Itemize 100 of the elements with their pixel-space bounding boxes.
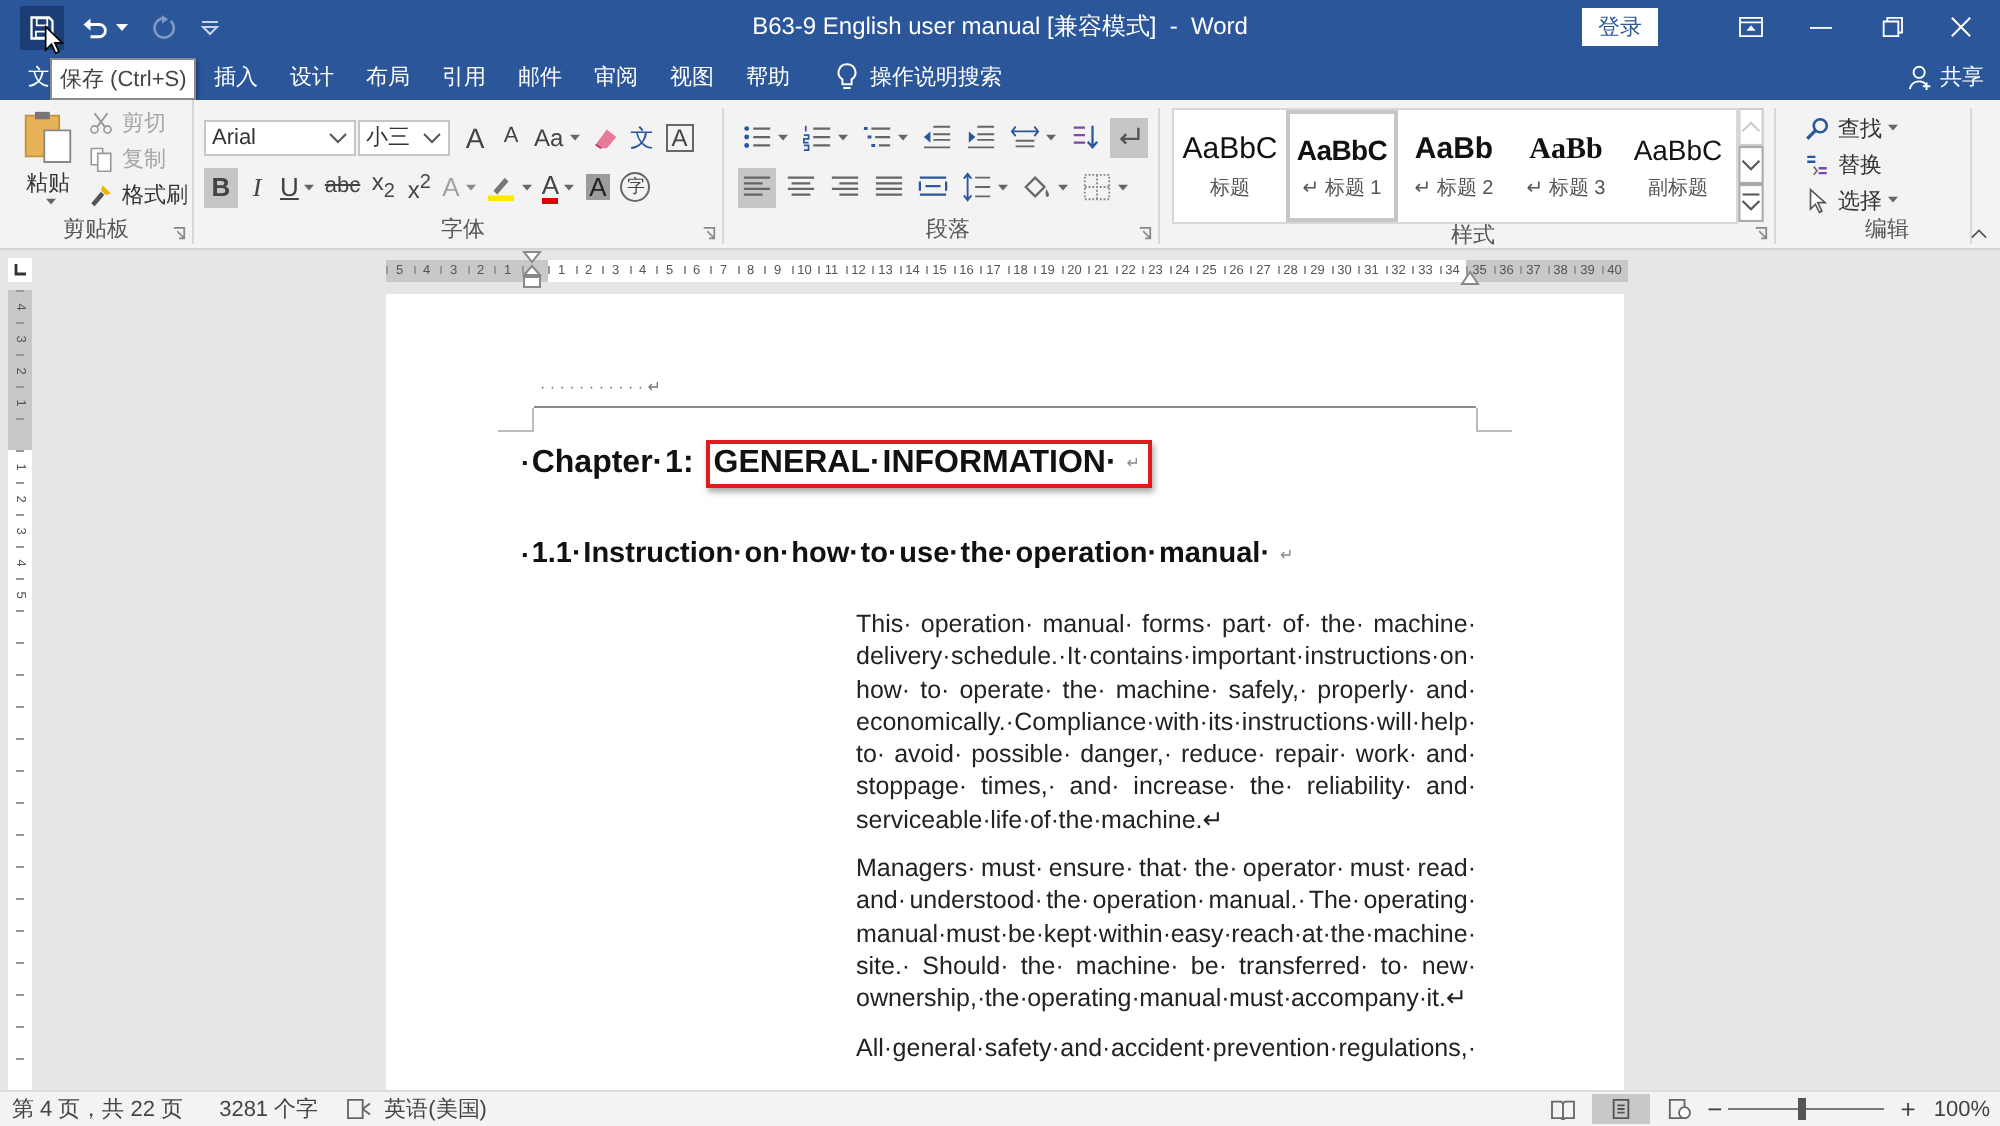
login-button[interactable]: 登录 <box>1582 8 1658 46</box>
strikethrough-button[interactable]: abc <box>320 167 365 207</box>
ribbon-tab[interactable]: 视图 <box>654 56 730 98</box>
page-count[interactable]: 第 4 页，共 22 页 <box>12 1094 184 1124</box>
ribbon-tab[interactable]: 邮件 <box>502 56 578 98</box>
brush-icon <box>88 181 114 207</box>
print-layout-icon[interactable] <box>1607 1098 1634 1120</box>
font-size-combo[interactable]: 小三 <box>358 119 450 155</box>
language-indicator[interactable]: 英语(美国) <box>384 1094 487 1124</box>
ribbon-tab[interactable]: 布局 <box>350 56 426 98</box>
paste-button[interactable]: 粘贴 <box>16 100 80 218</box>
paint-bucket-icon <box>1022 172 1052 202</box>
caret-icon <box>46 198 56 206</box>
dialog-launcher-icon[interactable] <box>172 226 186 240</box>
change-case-button[interactable]: Aa <box>530 117 584 157</box>
clipboard-icon <box>22 108 74 164</box>
caret-icon <box>1888 124 1898 132</box>
collapse-ribbon-icon[interactable] <box>1970 228 1988 240</box>
caret-icon <box>304 183 315 191</box>
multilevel-list-icon <box>862 122 892 152</box>
character-shading-button[interactable]: A <box>580 167 615 207</box>
proofing-icon[interactable] <box>346 1098 373 1120</box>
select-button[interactable]: 选择 <box>1804 182 1970 218</box>
redo-icon[interactable] <box>148 13 176 41</box>
underline-button[interactable]: U <box>276 167 319 207</box>
web-layout-icon[interactable] <box>1665 1098 1692 1120</box>
style-tile[interactable]: AaBb ↵ 标题 2 <box>1398 110 1510 222</box>
tell-me-field[interactable]: 操作说明搜索 <box>870 65 1018 89</box>
header-field[interactable]: · · · · · · · · · · · ↵ <box>534 366 1476 408</box>
scroll-down-icon[interactable] <box>1738 146 1764 184</box>
caret-icon <box>1058 183 1068 191</box>
indent-marker-icon[interactable] <box>522 249 542 289</box>
replace-icon <box>1804 151 1830 177</box>
bold-button[interactable]: B <box>204 167 238 207</box>
style-tile[interactable]: AaBbC 标题 <box>1174 110 1286 222</box>
section-heading: 1.1· Instruction· on· how· to· use· the· operation· manual· <box>531 538 1271 570</box>
close-icon[interactable] <box>1948 16 1974 38</box>
body-paragraph: All· general· safety· and· accident· prevention· regulations,· <box>856 1031 1476 1064</box>
ribbon-tab[interactable]: 设计 <box>274 56 350 98</box>
paragraph-bullet: ▪ <box>522 545 528 563</box>
replace-button[interactable]: 替换 <box>1804 146 1970 182</box>
align-left-button[interactable] <box>738 167 776 207</box>
paragraph-mark: ↵ <box>1126 454 1140 472</box>
bullet-list-icon <box>742 122 772 152</box>
word-count[interactable]: 3281 个字 <box>219 1094 319 1124</box>
body-paragraph: Managers· must· ensure· that· the· operator· must· read· and· understood· the· operation· manual.· The· operating· manual· must· be· kept· within· easy· reach· at· the· machine· site.· Should· the· machine· be· transferred· to· new· ownership,· the· operating· manual· must· accompany· it.↵ <box>856 852 1476 1016</box>
zoom-in-button[interactable]: + <box>1900 1096 1916 1122</box>
caret-icon[interactable] <box>116 23 128 31</box>
phonetic-guide-button[interactable]: 文 <box>625 117 660 157</box>
tab-selector-icon[interactable] <box>8 258 32 282</box>
lightbulb-icon <box>836 62 858 92</box>
mouse-pointer-icon <box>44 23 64 55</box>
zoom-out-button[interactable]: − <box>1707 1096 1723 1122</box>
crop-mark <box>498 408 534 432</box>
superscript-button[interactable]: x$^{2}$ <box>402 167 437 207</box>
read-mode-icon[interactable] <box>1549 1098 1576 1120</box>
ribbon-display-icon[interactable] <box>1738 16 1764 38</box>
grow-font-button[interactable]: A <box>458 117 492 157</box>
scissors-icon <box>88 109 114 135</box>
caret-icon <box>465 183 476 191</box>
style-tile[interactable]: AaBbC ↵ 标题 1 <box>1286 110 1398 222</box>
ribbon-tab[interactable]: 引用 <box>426 56 502 98</box>
align-center-icon <box>786 172 816 202</box>
subscript-button[interactable]: x$_{2}$ <box>366 167 401 207</box>
paragraph-bullet: ▪ <box>522 454 528 472</box>
cursor-icon <box>1804 187 1830 213</box>
restore-icon[interactable] <box>1878 16 1904 38</box>
caret-icon <box>521 183 532 191</box>
find-button[interactable]: 查找 <box>1804 110 1970 146</box>
painter-button[interactable]: 格式刷 <box>88 176 188 212</box>
caret-icon <box>778 133 788 141</box>
undo-icon[interactable] <box>80 13 108 41</box>
search-icon <box>1804 115 1830 141</box>
numbered-list-icon <box>802 122 832 152</box>
window-title: B63-9 English user manual [兼容模式] - Word <box>752 10 1248 44</box>
align-right-icon <box>830 172 860 202</box>
share-button[interactable]: 共享 <box>1940 62 1984 92</box>
style-tile[interactable]: AaBb ↵ 标题 3 <box>1510 110 1622 222</box>
highlighter-icon <box>485 172 516 202</box>
font-color-button[interactable]: A <box>537 167 579 207</box>
more-styles-icon[interactable] <box>1738 184 1764 222</box>
dialog-launcher-icon[interactable] <box>1754 226 1768 240</box>
style-tile[interactable]: AaBbC 副标题 <box>1622 110 1734 222</box>
line-spacing-button[interactable] <box>958 167 1012 207</box>
dialog-launcher-icon[interactable] <box>1138 226 1152 240</box>
italic-button[interactable]: I <box>240 167 274 207</box>
copy-icon <box>88 145 114 171</box>
show-marks-button[interactable] <box>1110 117 1148 157</box>
ribbon-tab[interactable]: 插入 <box>198 56 274 98</box>
customize-toolbar-icon[interactable] <box>200 19 220 35</box>
zoom-slider-thumb[interactable] <box>1797 1098 1806 1120</box>
font-name-combo[interactable]: Arial <box>204 119 356 155</box>
chevron-icon <box>422 131 442 143</box>
enclosed-character-button[interactable]: 字 <box>616 167 655 207</box>
zoom-percent[interactable]: 100% <box>1933 1097 1990 1121</box>
ribbon-tab[interactable]: 审阅 <box>578 56 654 98</box>
dialog-launcher-icon[interactable] <box>702 226 716 240</box>
paragraph-mark: ↵ <box>1280 545 1294 563</box>
shrink-font-button[interactable]: A <box>494 117 528 157</box>
ribbon-tab[interactable]: 帮助 <box>730 56 806 98</box>
